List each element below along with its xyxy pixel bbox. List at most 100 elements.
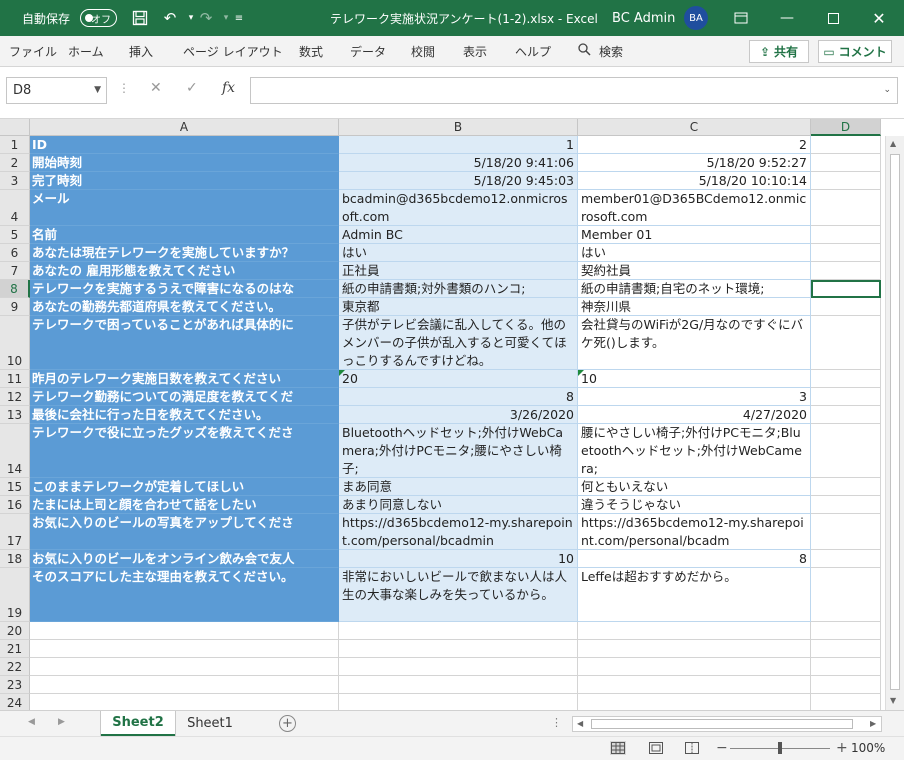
cell-b9[interactable]: 東京都 — [339, 298, 578, 316]
menu-file[interactable]: ファイル — [9, 36, 57, 66]
row-header[interactable]: 17 — [0, 514, 30, 550]
cell-c15[interactable]: 何ともいえない — [578, 478, 811, 496]
prev-sheet-icon[interactable]: ◀ — [28, 717, 35, 727]
cell-a4[interactable]: メール — [30, 190, 339, 226]
cell-b4[interactable]: bcadmin@d365bcdemo12.onmicrosoft.com — [339, 190, 578, 226]
horizontal-scrollbar[interactable]: ◀ ▶ — [572, 716, 882, 732]
column-header-a[interactable]: A — [30, 119, 339, 136]
cell-a12[interactable]: テレワーク勤務についての満足度を教えてくだ — [30, 388, 339, 406]
cell-d23[interactable] — [811, 676, 881, 694]
menu-formulas[interactable]: 数式 — [299, 36, 323, 66]
avatar[interactable]: BA — [684, 6, 708, 30]
cell-c5[interactable]: Member 01 — [578, 226, 811, 244]
row-header[interactable]: 10 — [0, 316, 30, 370]
formula-bar-grip-icon[interactable]: ⋮ — [118, 81, 130, 95]
row-header[interactable]: 4 — [0, 190, 30, 226]
cell-d12[interactable] — [811, 388, 881, 406]
cell-b21[interactable] — [339, 640, 578, 658]
cell-c20[interactable] — [578, 622, 811, 640]
cell-d1[interactable] — [811, 136, 881, 154]
scroll-down-icon[interactable]: ▼ — [890, 696, 896, 705]
cell-b23[interactable] — [339, 676, 578, 694]
cell-d3[interactable] — [811, 172, 881, 190]
cell-a6[interactable]: あなたは現在テレワークを実施していますか？ — [30, 244, 339, 262]
row-header[interactable]: 3 — [0, 172, 30, 190]
cell-a22[interactable] — [30, 658, 339, 676]
cell-c19[interactable]: Leffeは超おすすめだから。 — [578, 568, 811, 622]
cell-c17[interactable]: https://d365bcdemo12-my.sharepoint.com/p… — [578, 514, 811, 550]
scroll-right-icon[interactable]: ▶ — [870, 719, 876, 728]
column-header-c[interactable]: C — [578, 119, 811, 136]
row-header[interactable]: 16 — [0, 496, 30, 514]
cell-b2[interactable]: 5/18/20 9:41:06 — [339, 154, 578, 172]
cell-b5[interactable]: Admin BC — [339, 226, 578, 244]
search-box[interactable]: 検索 — [578, 36, 623, 66]
next-sheet-icon[interactable]: ▶ — [58, 717, 65, 727]
cell-d10[interactable] — [811, 316, 881, 370]
cell-b20[interactable] — [339, 622, 578, 640]
row-header[interactable]: 15 — [0, 478, 30, 496]
cell-b18[interactable]: 10 — [339, 550, 578, 568]
function-icon[interactable]: fx — [222, 80, 235, 96]
cell-d19[interactable] — [811, 568, 881, 622]
redo-icon[interactable]: ↷ — [196, 0, 216, 36]
cell-a17[interactable]: お気に入りのビールの写真をアップしてくださ — [30, 514, 339, 550]
cell-d17[interactable] — [811, 514, 881, 550]
share-button[interactable]: ⇪ 共有 — [749, 40, 809, 63]
tab-sheet2[interactable]: Sheet2 — [101, 711, 175, 736]
vertical-scroll-thumb[interactable] — [890, 154, 900, 690]
cell-c9[interactable]: 神奈川県 — [578, 298, 811, 316]
cell-c7[interactable]: 契約社員 — [578, 262, 811, 280]
cell-d9[interactable] — [811, 298, 881, 316]
undo-icon[interactable]: ↶ — [160, 0, 180, 36]
row-header[interactable]: 20 — [0, 622, 30, 640]
cell-c10[interactable]: 会社貸与のWiFiが2G/月なのですぐにバケ死()します。 — [578, 316, 811, 370]
cell-d14[interactable] — [811, 424, 881, 478]
row-header[interactable]: 19 — [0, 568, 30, 622]
cell-a23[interactable] — [30, 676, 339, 694]
page-break-view-icon[interactable] — [684, 741, 700, 755]
cell-d15[interactable] — [811, 478, 881, 496]
row-header[interactable]: 5 — [0, 226, 30, 244]
cell-b17[interactable]: https://d365bcdemo12-my.sharepoint.com/p… — [339, 514, 578, 550]
row-header[interactable]: 13 — [0, 406, 30, 424]
column-header-b[interactable]: B — [339, 119, 578, 136]
cell-a5[interactable]: 名前 — [30, 226, 339, 244]
user-name[interactable]: BC Admin — [612, 0, 675, 36]
cell-b16[interactable]: あまり同意しない — [339, 496, 578, 514]
cell-d6[interactable] — [811, 244, 881, 262]
cell-a19[interactable]: そのスコアにした主な理由を教えてください。 — [30, 568, 339, 622]
zoom-slider-thumb[interactable] — [778, 742, 782, 754]
cell-b8[interactable]: 紙の申請書類;対外書類のハンコ; — [339, 280, 578, 298]
vertical-scrollbar[interactable]: ▲ ▼ — [885, 136, 904, 710]
menu-view[interactable]: 表示 — [463, 36, 487, 66]
cell-a21[interactable] — [30, 640, 339, 658]
cell-c8[interactable]: 紙の申請書類;自宅のネット環境; — [578, 280, 811, 298]
cell-d7[interactable] — [811, 262, 881, 280]
add-sheet-icon[interactable]: + — [279, 715, 296, 732]
cell-c4[interactable]: member01@D365BCdemo12.onmicrosoft.com — [578, 190, 811, 226]
cell-a20[interactable] — [30, 622, 339, 640]
menu-help[interactable]: ヘルプ — [515, 36, 551, 66]
cell-b7[interactable]: 正社員 — [339, 262, 578, 280]
menu-insert[interactable]: 挿入 — [129, 36, 153, 66]
cell-a9[interactable]: あなたの勤務先都道府県を教えてください。 — [30, 298, 339, 316]
menu-home[interactable]: ホーム — [68, 36, 104, 66]
save-icon[interactable] — [130, 0, 150, 36]
normal-view-icon[interactable] — [610, 741, 626, 755]
cell-b15[interactable]: まあ同意 — [339, 478, 578, 496]
cell-c21[interactable] — [578, 640, 811, 658]
zoom-out-icon[interactable]: − — [716, 740, 728, 756]
zoom-in-icon[interactable]: + — [836, 740, 848, 756]
cell-b19[interactable]: 非常においしいビールで飲まない人は人生の大事な楽しみを失っているから。 — [339, 568, 578, 622]
cell-d22[interactable] — [811, 658, 881, 676]
cell-b13[interactable]: 3/26/2020 — [339, 406, 578, 424]
cell-c1[interactable]: 2 — [578, 136, 811, 154]
cell-c13[interactable]: 4/27/2020 — [578, 406, 811, 424]
row-header[interactable]: 6 — [0, 244, 30, 262]
cell-a7[interactable]: あなたの 雇用形態を教えてください — [30, 262, 339, 280]
row-header[interactable]: 9 — [0, 298, 30, 316]
row-header[interactable]: 18 — [0, 550, 30, 568]
row-header[interactable]: 11 — [0, 370, 30, 388]
row-header[interactable]: 7 — [0, 262, 30, 280]
